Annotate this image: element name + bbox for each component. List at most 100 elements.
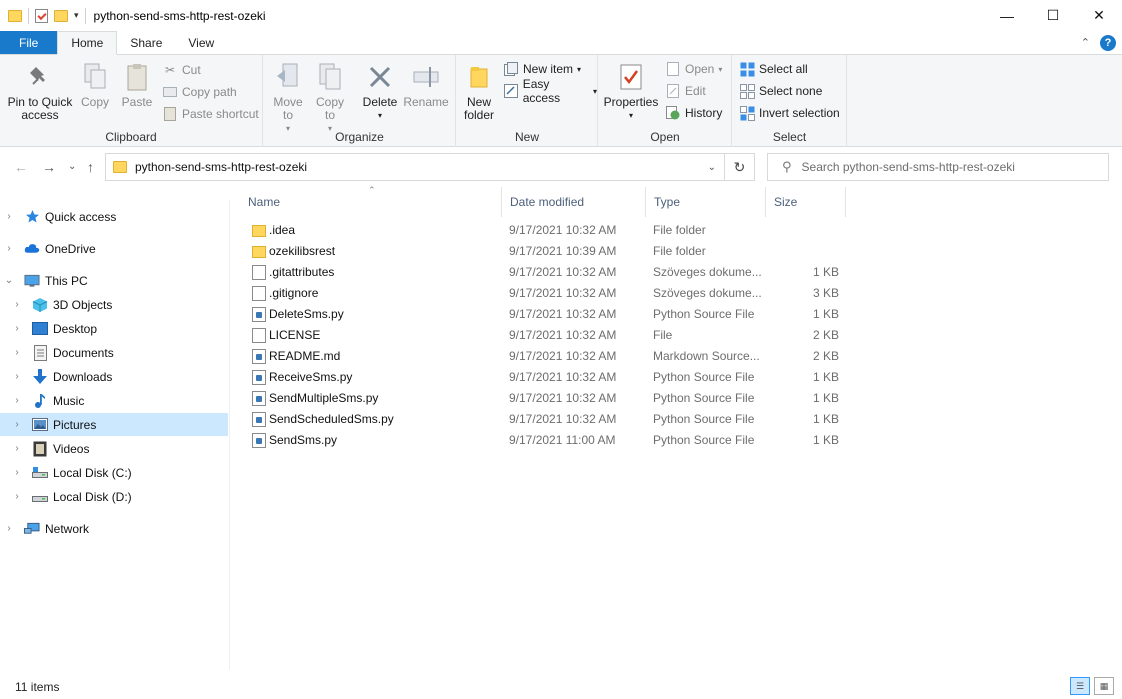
column-header-date-modified[interactable]: Date modified xyxy=(502,187,646,217)
column-header-size[interactable]: Size xyxy=(766,187,846,217)
tab-view[interactable]: View xyxy=(175,31,227,54)
history-button[interactable]: History xyxy=(665,103,722,123)
ribbon: Pin to Quick access Copy Paste ✂ Cut Cop… xyxy=(0,55,1122,147)
collapse-chevron-icon[interactable]: ⌄ xyxy=(4,275,14,286)
expand-chevron-icon[interactable]: › xyxy=(12,371,22,382)
nav-item-music[interactable]: › Music xyxy=(12,389,240,412)
nav-item-local-disk-c[interactable]: › Local Disk (C:) xyxy=(12,461,240,484)
disk-icon xyxy=(32,465,48,481)
tab-share[interactable]: Share xyxy=(117,31,175,54)
clipboard-group-label: Clipboard xyxy=(105,130,157,144)
customize-toolbar-dropdown[interactable]: ▾ xyxy=(74,10,79,21)
nav-item-quick-access[interactable]: › Quick access xyxy=(4,205,232,228)
back-arrow-icon[interactable]: ← xyxy=(14,159,28,175)
nav-item-label: Music xyxy=(53,393,85,408)
file-row[interactable]: .gitattributes 9/17/2021 10:32 AM Szöveges… xyxy=(246,262,846,283)
properties-button[interactable]: Properties ▾ xyxy=(603,61,659,122)
properties-icon[interactable] xyxy=(35,8,48,23)
expand-chevron-icon[interactable]: › xyxy=(12,419,22,430)
nav-item-documents[interactable]: › Documents xyxy=(12,341,240,364)
expand-chevron-icon[interactable]: › xyxy=(12,347,22,358)
file-row[interactable]: DeleteSms.py 9/17/2021 10:32 AM Python Sou… xyxy=(246,304,846,325)
copy-path-button[interactable]: Copy path xyxy=(162,82,237,102)
expand-chevron-icon[interactable]: › xyxy=(4,523,14,534)
minimize-ribbon-icon[interactable]: ⌃ xyxy=(1081,36,1090,49)
expand-chevron-icon[interactable]: › xyxy=(4,243,14,254)
recent-locations-chevron-icon[interactable]: ⌄ xyxy=(68,161,76,172)
file-row[interactable]: SendSms.py 9/17/2021 11:00 AM Python Sourc… xyxy=(246,430,846,451)
file-row[interactable]: LICENSE 9/17/2021 10:32 AM File 2 KB xyxy=(246,325,846,346)
forward-arrow-icon[interactable]: → xyxy=(42,159,56,175)
folder-icon[interactable] xyxy=(8,9,22,22)
select-all-button[interactable]: Select all xyxy=(739,59,808,79)
document-icon xyxy=(252,265,266,280)
file-name: ozekilibsrest xyxy=(269,244,336,258)
file-date-modified: 9/17/2021 10:32 AM xyxy=(509,265,617,279)
python-file-icon xyxy=(252,412,266,427)
nav-item-desktop[interactable]: › Desktop xyxy=(12,317,240,340)
cut-button[interactable]: ✂ Cut xyxy=(162,60,201,80)
column-header-type[interactable]: Type xyxy=(646,187,766,217)
column-header-name[interactable]: Name xyxy=(240,187,502,217)
address-dropdown-icon[interactable]: ⌄ xyxy=(708,162,716,173)
file-row[interactable]: ReceiveSms.py 9/17/2021 10:32 AM Python So… xyxy=(246,367,846,388)
expand-chevron-icon[interactable]: › xyxy=(12,299,22,310)
address-bar[interactable]: python-send-sms-http-rest-ozeki ⌄ xyxy=(105,153,725,181)
nav-item-pictures[interactable]: › Pictures xyxy=(0,413,228,436)
file-row[interactable]: ozekilibsrest 9/17/2021 10:39 AM File fold… xyxy=(246,241,846,262)
help-icon[interactable]: ? xyxy=(1100,34,1116,51)
pin-to-quick-access-button[interactable]: Pin to Quick access xyxy=(6,61,74,122)
paste-button[interactable]: Paste xyxy=(118,61,156,109)
file-row[interactable]: .idea 9/17/2021 10:32 AM File folder xyxy=(246,220,846,241)
copy-button[interactable]: Copy xyxy=(77,61,113,109)
delete-button[interactable]: Delete ▾ xyxy=(360,61,400,122)
expand-chevron-icon[interactable]: › xyxy=(12,443,22,454)
select-none-button[interactable]: Select none xyxy=(739,81,822,101)
new-folder-label: New folder xyxy=(463,95,495,122)
cube-icon xyxy=(32,297,48,313)
edit-button[interactable]: Edit xyxy=(665,81,706,101)
expand-chevron-icon[interactable]: › xyxy=(12,323,22,334)
expand-chevron-icon[interactable]: › xyxy=(12,491,22,502)
rename-button[interactable]: Rename xyxy=(403,61,449,109)
search-input[interactable] xyxy=(801,160,1092,174)
paste-shortcut-button[interactable]: Paste shortcut xyxy=(162,104,259,124)
nav-item-local-disk-d[interactable]: › Local Disk (D:) xyxy=(12,485,240,508)
close-button[interactable]: ✕ xyxy=(1076,0,1122,31)
expand-chevron-icon[interactable]: › xyxy=(12,395,22,406)
easy-access-button[interactable]: Easy access ▾ xyxy=(503,77,597,105)
address-path[interactable]: python-send-sms-http-rest-ozeki xyxy=(135,160,307,174)
nav-item-downloads[interactable]: › Downloads xyxy=(12,365,240,388)
tab-file[interactable]: File xyxy=(0,31,58,54)
search-box[interactable]: ⚲ xyxy=(767,153,1109,181)
tab-home[interactable]: Home xyxy=(57,31,118,55)
file-row[interactable]: .gitignore 9/17/2021 10:32 AM Szöveges dok… xyxy=(246,283,846,304)
clipboard-group: Pin to Quick access Copy Paste ✂ Cut Cop… xyxy=(0,55,263,147)
minimize-button[interactable]: — xyxy=(984,0,1030,31)
nav-item-this-pc[interactable]: ⌄ This PC xyxy=(4,269,232,292)
large-icons-view-button[interactable]: ▦ xyxy=(1094,677,1114,695)
expand-chevron-icon[interactable]: › xyxy=(12,467,22,478)
expand-chevron-icon[interactable]: › xyxy=(4,211,14,222)
open-button[interactable]: Open ▾ xyxy=(665,59,722,79)
invert-selection-button[interactable]: Invert selection xyxy=(739,103,840,123)
details-view-button[interactable]: ☰ xyxy=(1070,677,1090,695)
move-to-button[interactable]: Move to ▾ xyxy=(270,61,306,135)
refresh-button[interactable]: ↻ xyxy=(725,153,755,181)
nav-item-network[interactable]: › Network xyxy=(4,517,232,540)
new-item-button[interactable]: New item ▾ xyxy=(503,59,581,79)
select-none-label: Select none xyxy=(759,84,823,98)
file-row[interactable]: SendScheduledSms.py 9/17/2021 10:32 AM Pyt… xyxy=(246,409,846,430)
new-folder-icon[interactable] xyxy=(54,9,68,22)
file-row[interactable]: SendMultipleSms.py 9/17/2021 10:32 AM Pyth… xyxy=(246,388,846,409)
maximize-button[interactable]: ☐ xyxy=(1030,0,1076,31)
nav-item-onedrive[interactable]: › OneDrive xyxy=(4,237,232,260)
new-folder-button[interactable]: New folder xyxy=(461,61,497,122)
nav-item-videos[interactable]: › Videos xyxy=(12,437,240,460)
copy-to-button[interactable]: Copy to ▾ xyxy=(312,61,348,135)
cloud-icon xyxy=(24,241,40,257)
file-date-modified: 9/17/2021 10:32 AM xyxy=(509,370,617,384)
nav-item-3d-objects[interactable]: › 3D Objects xyxy=(12,293,240,316)
file-row[interactable]: README.md 9/17/2021 10:32 AM Markdown Sour… xyxy=(246,346,846,367)
up-arrow-icon[interactable]: ↑ xyxy=(87,159,94,175)
